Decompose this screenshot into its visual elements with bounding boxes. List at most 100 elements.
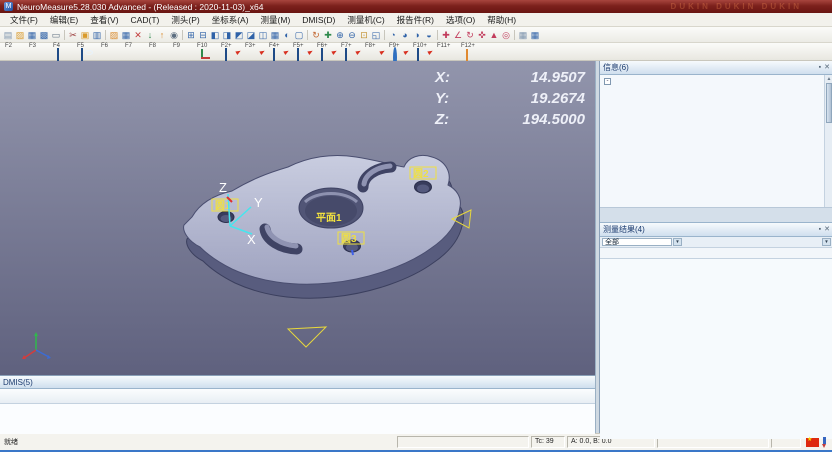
rotate-view-icon[interactable]: ↻ <box>310 29 322 41</box>
results-close-icon[interactable]: ✕ <box>824 225 830 235</box>
filter-dropdown-icon[interactable]: ▼ <box>673 238 682 246</box>
axis-y-label: Y <box>254 195 263 210</box>
view-top-icon[interactable]: ◩ <box>233 29 245 41</box>
save-report-icon[interactable]: ▦ <box>529 29 541 41</box>
menu-item-view[interactable]: 查看(V) <box>84 14 124 26</box>
measure-sphere-button[interactable]: F6 <box>98 43 122 59</box>
viewport-3d[interactable]: 圆1 圆2 圆3 平面1 Z Y X <box>0 61 595 375</box>
save-project-icon[interactable]: ▦ <box>120 29 132 41</box>
view-bottom-icon[interactable]: ◪ <box>245 29 257 41</box>
construct-ring-button[interactable]: F10+ <box>410 43 434 59</box>
measure-circle-icon <box>78 49 94 60</box>
view-left-icon[interactable]: ◧ <box>209 29 221 41</box>
results-pin-icon[interactable]: ▪ <box>819 225 821 235</box>
measure-point-button[interactable]: F2 <box>2 43 26 59</box>
construct-surface-button[interactable]: F4+ <box>266 43 290 59</box>
open-file-icon[interactable]: ▨ <box>14 29 26 41</box>
info-pin-icon[interactable]: ▪ <box>819 63 821 73</box>
dmis-editor-area[interactable] <box>0 404 595 434</box>
export-icon[interactable]: ↑ <box>156 29 168 41</box>
scroll-up-icon[interactable]: ▲ <box>825 75 832 83</box>
auto-measure-icon[interactable]: ◑ <box>411 29 423 41</box>
measure-axes-icon <box>198 49 214 60</box>
cut-icon[interactable]: ✂ <box>67 29 79 41</box>
render-mode-icon[interactable]: ◐ <box>281 29 293 41</box>
results-table-body <box>600 259 832 439</box>
dmis-toolbar <box>0 389 595 404</box>
measure-axes-button[interactable]: F10 <box>194 43 218 59</box>
save-icon[interactable]: ▦ <box>26 29 38 41</box>
scroll-thumb[interactable] <box>826 83 832 123</box>
grid-icon[interactable]: ▦ <box>517 29 529 41</box>
measure-slot-button[interactable]: F9 <box>170 43 194 59</box>
menu-item-coordsys[interactable]: 坐标系(A) <box>206 14 255 26</box>
construct-torus-button[interactable]: F9+ <box>386 43 410 59</box>
probe-mode-icon[interactable]: ◔ <box>387 29 399 41</box>
menu-item-report[interactable]: 报告件(R) <box>391 14 440 26</box>
wireframe-icon[interactable]: ▢ <box>293 29 305 41</box>
tree-item[interactable]: - <box>600 77 832 85</box>
paste-icon[interactable]: ▥ <box>91 29 103 41</box>
zoom-window-icon[interactable]: ◱ <box>370 29 382 41</box>
zoom-fit-icon[interactable]: ⊡ <box>358 29 370 41</box>
construct-circle-button[interactable]: F5+ <box>290 43 314 59</box>
marker-icon[interactable]: ◎ <box>500 29 512 41</box>
menu-item-measure[interactable]: 测量(M) <box>255 14 297 26</box>
menu-item-cmm[interactable]: 测量机(C) <box>341 14 390 26</box>
construct-plane-3-button[interactable]: F7+ <box>338 43 362 59</box>
menu-item-edit[interactable]: 编辑(E) <box>44 14 84 26</box>
measure-line-button[interactable]: F3 <box>26 43 50 59</box>
camera-icon[interactable]: ◒ <box>423 29 435 41</box>
probe-change-icon[interactable]: ▲ <box>488 29 500 41</box>
language-flag-icon[interactable]: ★ <box>806 438 819 447</box>
view-right-icon[interactable]: ◨ <box>221 29 233 41</box>
menu-item-probe[interactable]: 测头(P) <box>165 14 205 26</box>
menu-item-options[interactable]: 选项(O) <box>440 14 481 26</box>
red-arrow-icon <box>379 49 385 55</box>
machine-coordinate-readout: X:14.9507Y:19.2674Z:194.5000 <box>435 69 585 132</box>
probe-add-icon[interactable]: ✚ <box>440 29 452 41</box>
view-iso-icon[interactable]: ◫ <box>257 29 269 41</box>
zoom-out-icon[interactable]: ⊖ <box>346 29 358 41</box>
menu-item-help[interactable]: 帮助(H) <box>481 14 522 26</box>
menu-item-file[interactable]: 文件(F) <box>4 14 44 26</box>
probe-rotate-icon[interactable]: ↻ <box>464 29 476 41</box>
save-all-icon[interactable]: ▩ <box>38 29 50 41</box>
delete-icon[interactable]: ✕ <box>132 29 144 41</box>
info-scrollbar[interactable]: ▲ <box>824 75 832 207</box>
probe-angle-icon[interactable]: ∠ <box>452 29 464 41</box>
open-project-icon[interactable]: ▨ <box>108 29 120 41</box>
print-icon[interactable]: ▭ <box>50 29 62 41</box>
red-arrow-icon <box>259 49 265 55</box>
red-arrow-icon <box>331 49 337 55</box>
pan-view-icon[interactable]: ✚ <box>322 29 334 41</box>
menu-item-cad[interactable]: CAD(T) <box>125 15 166 25</box>
copy-icon[interactable]: ▣ <box>79 29 91 41</box>
import-icon[interactable]: ↓ <box>144 29 156 41</box>
snapshot-icon[interactable]: ◉ <box>168 29 180 41</box>
view-split-icon[interactable]: ▦ <box>269 29 281 41</box>
measure-circle-button[interactable]: F5 <box>74 43 98 59</box>
measure-plane-button[interactable]: F4 <box>50 43 74 59</box>
probe-calibrate-icon[interactable]: ✜ <box>476 29 488 41</box>
info-close-icon[interactable]: ✕ <box>824 63 830 73</box>
zoom-in-icon[interactable]: ⊕ <box>334 29 346 41</box>
results-scroll-icon[interactable]: ▼ <box>822 238 831 246</box>
view-front-icon[interactable]: ⊞ <box>185 29 197 41</box>
toolbar-separator <box>182 30 183 40</box>
measure-cylinder-button[interactable]: F7 <box>122 43 146 59</box>
view-back-icon[interactable]: ⊟ <box>197 29 209 41</box>
construct-dome-button[interactable]: F3+ <box>242 43 266 59</box>
construct-plane-button[interactable]: F2+ <box>218 43 242 59</box>
construct-wall-button[interactable]: F8+ <box>362 43 386 59</box>
measure-distance-button[interactable]: F11+ <box>434 43 458 59</box>
construct-plane-2-button[interactable]: F6+ <box>314 43 338 59</box>
info-panel-tabs <box>600 208 832 223</box>
menu-item-dmis[interactable]: DMIS(D) <box>296 15 341 25</box>
measure-cone-button[interactable]: F8 <box>146 43 170 59</box>
orbit-icon[interactable]: ◕ <box>399 29 411 41</box>
measure-angle-button[interactable]: F12+ <box>458 43 482 59</box>
new-file-icon[interactable]: ▤ <box>2 29 14 41</box>
results-filter-select[interactable]: 全部 <box>602 238 672 246</box>
coordinate-row: X:14.9507 <box>435 69 585 90</box>
